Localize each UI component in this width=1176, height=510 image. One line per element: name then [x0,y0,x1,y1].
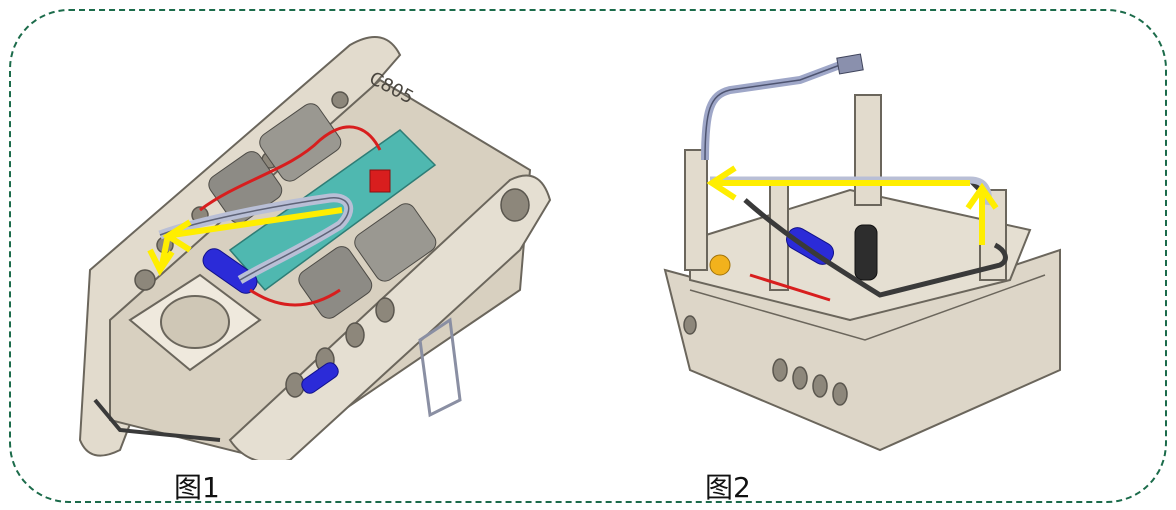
figure-2-illustration [650,40,1070,470]
figure-2-caption: 图2 [705,471,751,504]
figure-1-illustration: C805 [50,20,570,460]
top-cable [701,61,842,161]
cable-connector [836,53,864,75]
red-connector [369,169,391,193]
figure-1-caption: 图1 [174,471,220,504]
